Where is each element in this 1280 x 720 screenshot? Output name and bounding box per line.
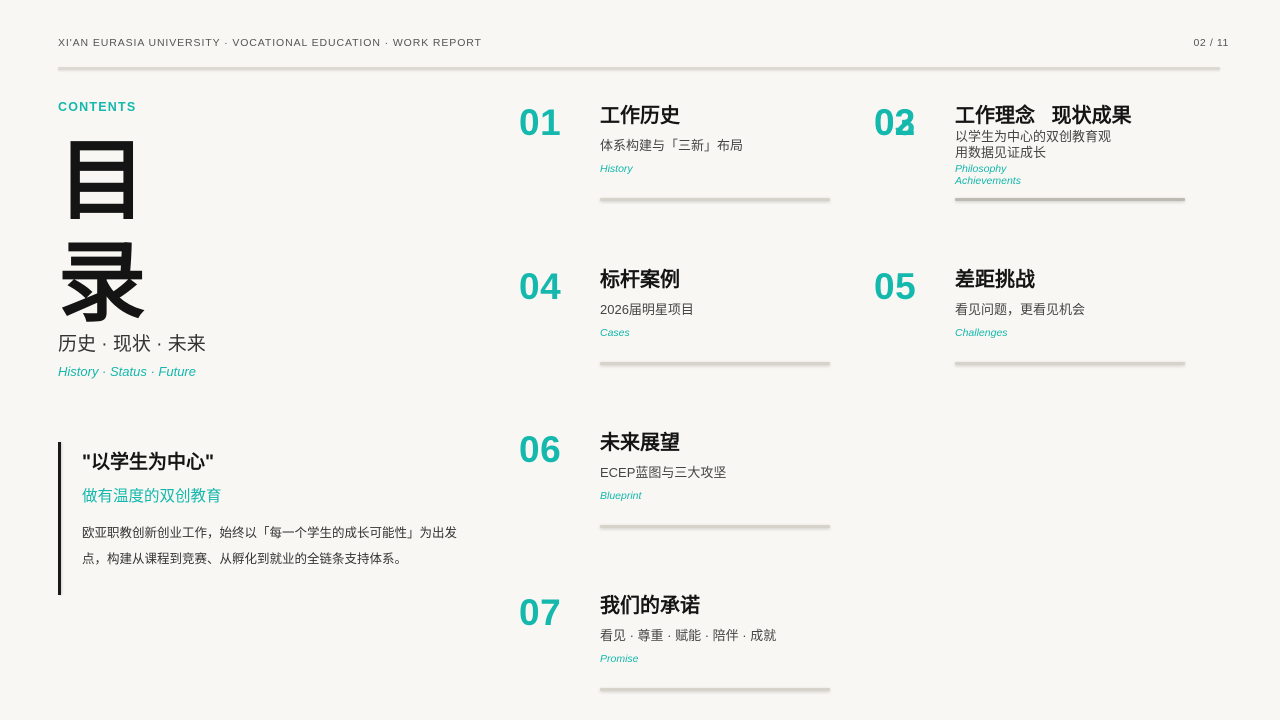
item-subtitle: 看见问题，更看见机会 [955, 302, 1086, 317]
item-number: 07 [519, 592, 562, 633]
item-subtitle: 看见 · 尊重 · 赋能 · 陪伴 · 成就 [600, 628, 777, 643]
item-number-b: 03 [874, 102, 916, 143]
item-number: 04 [519, 266, 562, 307]
item-subtitle-line-1: 以学生为中心的双创教育观 [955, 129, 1112, 144]
item-title: 未来展望 [600, 432, 680, 454]
item-english: Philosophy Achievements [955, 163, 1021, 187]
toc-item-challenges[interactable]: 05 差距挑战 看见问题，更看见机会 Challenges [874, 266, 1185, 376]
title-char-2: 录 [58, 233, 147, 332]
header-divider [58, 67, 1220, 70]
toc-item-philosophy-achievements[interactable]: 02 03 工作理念 现状成果 以学生为中心的双创教育观 用数据见证成长 Phi… [874, 102, 1185, 212]
item-divider [600, 525, 830, 528]
quote-title: "以学生为中心" [82, 452, 215, 473]
item-number: 01 [519, 102, 562, 143]
subtitle-english: History · Status · Future [58, 364, 196, 379]
quote-bar [58, 442, 61, 595]
item-divider [600, 198, 830, 201]
toc-item-history[interactable]: 01 工作历史 体系构建与「三新」布局 History [519, 102, 830, 212]
item-subtitle: 以学生为中心的双创教育观 用数据见证成长 [955, 129, 1125, 161]
item-number: 06 [519, 429, 562, 470]
header-breadcrumb: XI'AN EURASIA UNIVERSITY · VOCATIONAL ED… [58, 37, 482, 49]
quote-block: "以学生为中心" 做有温度的双创教育 欧亚职教创新创业工作，始终以「每一个学生的… [58, 442, 468, 595]
item-subtitle-line-2: 用数据见证成长 [955, 145, 1047, 160]
item-english: History [600, 163, 633, 175]
subtitle-chinese: 历史 · 现状 · 未来 [58, 334, 206, 355]
title-char-1: 目 [58, 131, 147, 230]
item-subtitle: ECEP蓝图与三大攻坚 [600, 465, 727, 480]
item-subtitle: 2026届明星项目 [600, 302, 694, 317]
contents-label: CONTENTS [58, 100, 137, 114]
item-divider [600, 688, 830, 691]
item-english: Cases [600, 327, 630, 339]
item-title: 工作历史 [600, 105, 680, 127]
quote-body: 欧亚职教创新创业工作，始终以「每一个学生的成长可能性」为出发点，构建从课程到竞赛… [82, 526, 458, 566]
top-header: XI'AN EURASIA UNIVERSITY · VOCATIONAL ED… [58, 37, 1229, 51]
page-number: 02 / 11 [1193, 37, 1229, 49]
item-title: 工作理念 现状成果 [955, 105, 1132, 127]
item-title: 我们的承诺 [600, 595, 700, 617]
item-english: Blueprint [600, 490, 642, 502]
item-divider [955, 198, 1185, 201]
page-title: 目 录 [58, 130, 168, 334]
toc-item-cases[interactable]: 04 标杆案例 2026届明星项目 Cases [519, 266, 830, 376]
item-english: Promise [600, 653, 639, 665]
item-divider [600, 362, 830, 365]
item-english: Challenges [955, 327, 1008, 339]
toc-item-promise[interactable]: 07 我们的承诺 看见 · 尊重 · 赋能 · 陪伴 · 成就 Promise [519, 592, 830, 702]
item-number: 05 [874, 266, 917, 307]
item-english-line-2: Achievements [955, 175, 1021, 187]
quote-accent: 做有温度的双创教育 [82, 488, 222, 505]
item-divider [955, 362, 1185, 365]
toc-item-blueprint[interactable]: 06 未来展望 ECEP蓝图与三大攻坚 Blueprint [519, 429, 830, 539]
item-english-line-1: Philosophy [955, 163, 1007, 175]
item-title: 标杆案例 [600, 269, 680, 291]
item-subtitle: 体系构建与「三新」布局 [600, 138, 744, 153]
item-title: 差距挑战 [955, 269, 1035, 291]
